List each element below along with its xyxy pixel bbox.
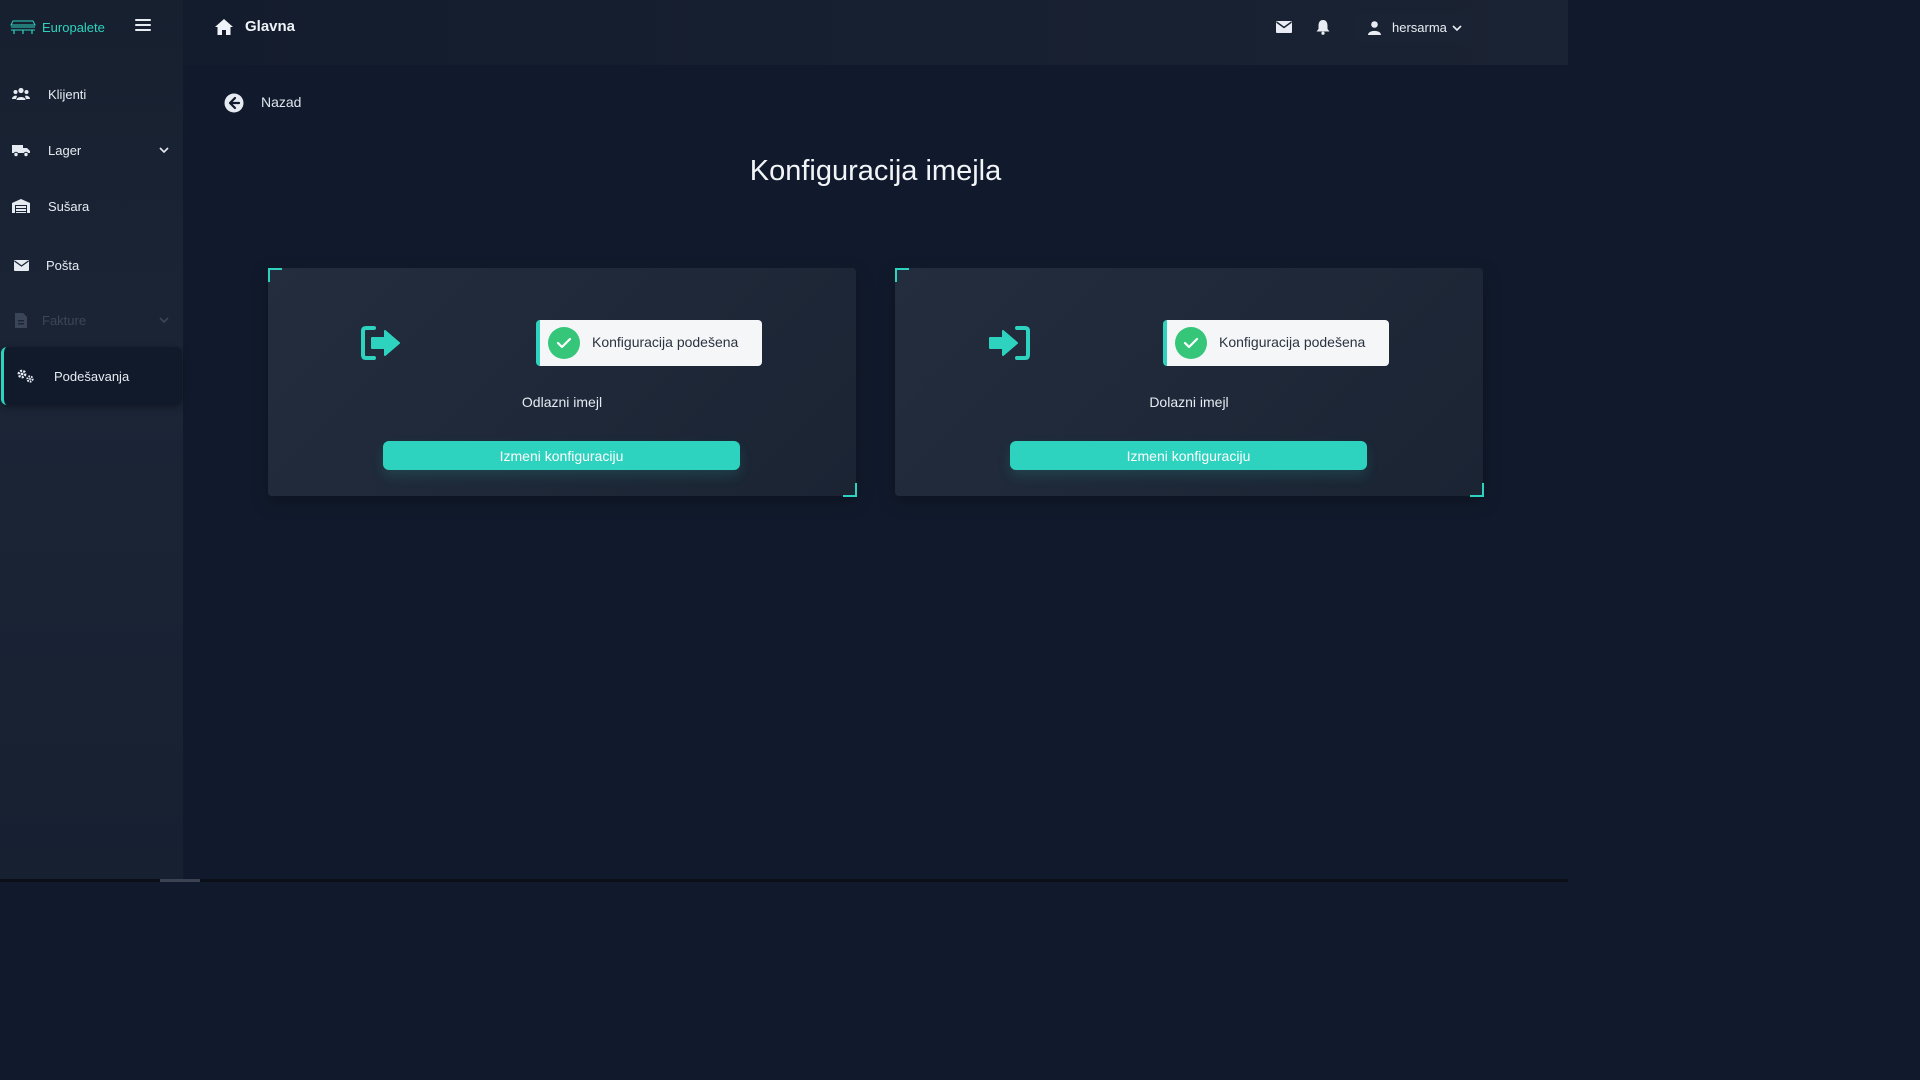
app-root: Europalete Klijenti Lager Sušara Pošta F… bbox=[0, 0, 1568, 882]
card-corner-decoration bbox=[1470, 483, 1484, 497]
sign-out-icon bbox=[361, 326, 400, 360]
page-title: Konfiguracija imejla bbox=[749, 155, 1002, 187]
bottom-edge bbox=[0, 879, 1568, 882]
card-corner-decoration bbox=[268, 268, 282, 282]
sidebar-item-susara[interactable]: Sušara bbox=[0, 178, 183, 234]
menu-toggle-icon[interactable] bbox=[135, 19, 151, 35]
card-corner-decoration bbox=[843, 483, 857, 497]
status-text: Konfiguracija podešena bbox=[592, 334, 739, 350]
topbar: Glavna hersarma bbox=[183, 0, 1568, 65]
sidebar-item-label: Podešavanja bbox=[54, 368, 130, 384]
edit-configuration-button[interactable]: Izmeni konfiguraciju bbox=[1010, 441, 1367, 470]
card-label: Dolazni imejl bbox=[1149, 394, 1229, 410]
user-name: hersarma bbox=[1392, 20, 1447, 35]
status-badge: Konfiguracija podešena bbox=[1163, 320, 1389, 366]
incoming-email-card: Konfiguracija podešena Dolazni imejl Izm… bbox=[895, 268, 1484, 497]
sidebar-item-label: Pošta bbox=[46, 257, 80, 273]
edit-configuration-button[interactable]: Izmeni konfiguraciju bbox=[383, 441, 740, 470]
check-circle-icon bbox=[548, 327, 580, 359]
page-breadcrumb-title: Glavna bbox=[245, 18, 296, 35]
sidebar: Europalete Klijenti Lager Sušara Pošta F… bbox=[0, 0, 183, 882]
sidebar-item-lager[interactable]: Lager bbox=[0, 122, 183, 178]
truck-icon bbox=[12, 142, 30, 158]
mail-icon bbox=[12, 257, 30, 273]
sidebar-item-label: Klijenti bbox=[48, 86, 87, 102]
user-icon bbox=[1368, 21, 1381, 35]
bell-icon[interactable] bbox=[1316, 19, 1330, 35]
chevron-down-icon bbox=[159, 147, 169, 154]
sidebar-item-label: Lager bbox=[48, 142, 82, 158]
sidebar-item-label: Fakture bbox=[42, 312, 87, 328]
sidebar-item-podesavanja[interactable]: Podešavanja bbox=[1, 347, 182, 405]
back-button[interactable]: Nazad bbox=[224, 92, 324, 114]
horizontal-scrollbar-thumb[interactable] bbox=[160, 879, 200, 882]
sidebar-item-posta[interactable]: Pošta bbox=[0, 237, 183, 293]
card-corner-decoration bbox=[895, 268, 909, 282]
back-label: Nazad bbox=[261, 94, 302, 110]
chevron-down-icon bbox=[159, 317, 169, 324]
gears-icon bbox=[17, 368, 35, 384]
mail-icon[interactable] bbox=[1276, 21, 1292, 33]
brand[interactable]: Europalete bbox=[0, 0, 183, 56]
users-icon bbox=[12, 86, 30, 102]
chevron-down-icon bbox=[1452, 25, 1462, 32]
status-badge: Konfiguracija podešena bbox=[536, 320, 762, 366]
check-circle-icon bbox=[1175, 327, 1207, 359]
sign-in-icon bbox=[989, 326, 1030, 360]
status-text: Konfiguracija podešena bbox=[1219, 334, 1366, 350]
sidebar-item-klijenti[interactable]: Klijenti bbox=[0, 66, 183, 122]
user-menu[interactable]: hersarma bbox=[1355, 14, 1473, 42]
pallet-logo-icon bbox=[10, 20, 36, 34]
invoice-icon bbox=[12, 312, 30, 328]
sidebar-item-fakture[interactable]: Fakture bbox=[0, 292, 183, 348]
card-label: Odlazni imejl bbox=[521, 394, 603, 410]
sidebar-item-label: Sušara bbox=[48, 198, 90, 214]
outgoing-email-card: Konfiguracija podešena Odlazni imejl Izm… bbox=[268, 268, 857, 497]
arrow-left-circle-icon bbox=[224, 93, 244, 113]
warehouse-icon bbox=[12, 198, 30, 214]
brand-name: Europalete bbox=[42, 20, 105, 35]
home-icon[interactable] bbox=[215, 19, 233, 35]
